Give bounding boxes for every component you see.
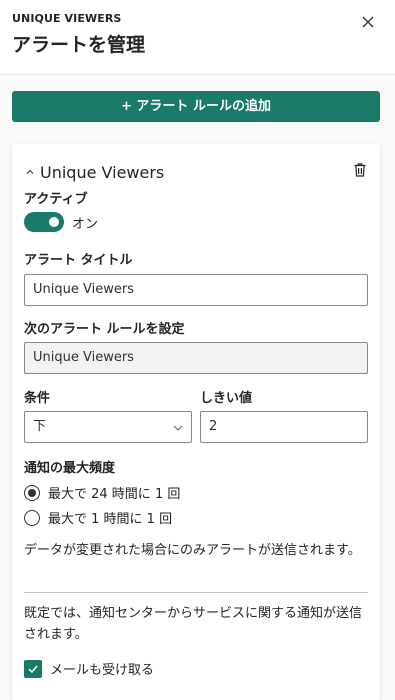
threshold-label: しきい値 (200, 391, 253, 406)
condition-value: 下 (33, 419, 47, 434)
toggle-state-text: オン (72, 216, 99, 232)
rule-measure-field: Unique Viewers (24, 342, 368, 374)
alert-rule-card: Unique Viewers アクティブ オン アラート タイトル Unique… (12, 144, 380, 700)
radio-1h[interactable] (24, 509, 40, 526)
active-toggle[interactable] (24, 212, 64, 232)
toggle-knob (49, 217, 59, 227)
frequency-option-1h[interactable]: 最大で 1 時間に 1 回 (24, 508, 172, 527)
checkmark-icon (28, 664, 38, 673)
email-option[interactable]: メールも受け取る (24, 659, 154, 678)
condition-dropdown[interactable]: 下 (24, 411, 192, 443)
active-label: アクティブ (24, 192, 88, 207)
data-change-note: データが変更された場合にのみアラートが送信されます。 (24, 543, 361, 558)
rule-collapse-toggle[interactable]: Unique Viewers (24, 162, 164, 182)
panel-eyebrow: UNIQUE VIEWERS (12, 12, 122, 25)
alert-title-input[interactable]: Unique Viewers (24, 274, 368, 306)
default-notification-note: 既定では、通知センターからサービスに関する通知が送信されます。 (24, 606, 363, 642)
trash-icon (354, 163, 366, 177)
frequency-option-24h[interactable]: 最大で 24 時間に 1 回 (24, 483, 180, 502)
radio-24h[interactable] (24, 484, 40, 501)
condition-label: 条件 (24, 391, 51, 406)
delete-rule-button[interactable] (352, 162, 368, 178)
chevron-up-icon (26, 169, 34, 174)
panel-header: UNIQUE VIEWERS アラートを管理 (0, 0, 395, 75)
alert-title-label: アラート タイトル (24, 253, 133, 268)
email-checkbox[interactable] (24, 659, 42, 678)
close-button[interactable] (358, 12, 378, 32)
divider (24, 592, 368, 593)
radio-24h-label: 最大で 24 時間に 1 回 (48, 487, 181, 502)
set-rule-label: 次のアラート ルールを設定 (24, 322, 185, 337)
threshold-input[interactable]: 2 (200, 411, 368, 443)
close-icon (362, 16, 374, 28)
add-alert-rule-button[interactable]: + アラート ルールの追加 (12, 91, 380, 122)
email-checkbox-label: メールも受け取る (50, 663, 155, 678)
chevron-down-icon (173, 425, 183, 431)
rule-name: Unique Viewers (40, 162, 165, 182)
radio-1h-label: 最大で 1 時間に 1 回 (48, 512, 173, 527)
panel-title: アラートを管理 (12, 34, 146, 56)
frequency-label: 通知の最大頻度 (24, 461, 116, 476)
active-toggle-group: オン (24, 212, 98, 232)
